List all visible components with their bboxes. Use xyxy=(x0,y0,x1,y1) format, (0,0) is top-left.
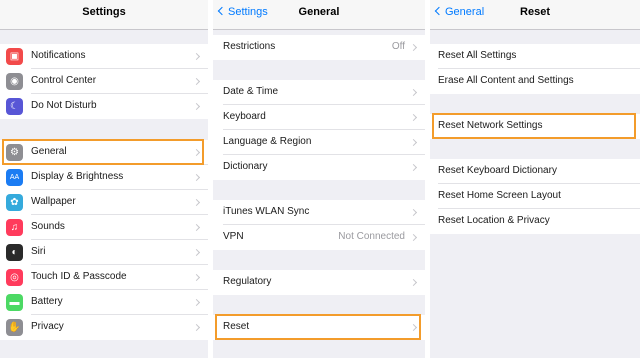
row-label: Reset Location & Privacy xyxy=(438,215,550,226)
row-keyboard[interactable]: Keyboard xyxy=(213,105,425,130)
row-date-and-time[interactable]: Date & Time xyxy=(213,80,425,105)
row-label: Touch ID & Passcode xyxy=(31,271,127,282)
row-reset-all-settings[interactable]: Reset All Settings xyxy=(430,44,640,69)
page-title: Settings xyxy=(82,6,126,18)
notifications-icon: ▣ xyxy=(6,48,23,65)
siri-icon: ◐ xyxy=(6,244,23,261)
row-label: Privacy xyxy=(31,321,64,332)
chevron-right-icon xyxy=(192,323,201,332)
row-label: Battery xyxy=(31,296,63,307)
chevron-right-icon xyxy=(409,208,418,217)
row-regulatory[interactable]: Regulatory xyxy=(213,270,425,295)
chevron-right-icon xyxy=(192,77,201,86)
row-display-and-brightness[interactable]: AA Display & Brightness xyxy=(0,165,208,190)
row-value: Not Connected xyxy=(338,231,405,242)
row-label: Display & Brightness xyxy=(31,171,124,182)
chevron-right-icon xyxy=(192,223,201,232)
row-label: Reset Home Screen Layout xyxy=(438,190,561,201)
row-vpn[interactable]: VPN Not Connected xyxy=(213,225,425,250)
chevron-right-icon xyxy=(192,248,201,257)
row-sounds[interactable]: ♫ Sounds xyxy=(0,215,208,240)
chevron-right-icon xyxy=(409,233,418,242)
row-label: Reset All Settings xyxy=(438,50,517,61)
row-label: Date & Time xyxy=(223,86,279,97)
row-label: Do Not Disturb xyxy=(31,100,97,111)
chevron-right-icon xyxy=(409,138,418,147)
row-label: iTunes WLAN Sync xyxy=(223,206,310,217)
chevron-right-icon xyxy=(409,43,418,52)
moon-icon: ☾ xyxy=(6,98,23,115)
row-restrictions[interactable]: Restrictions Off xyxy=(213,35,425,60)
row-label: Control Center xyxy=(31,75,97,86)
highlight-box xyxy=(2,139,204,165)
row-reset-home-screen-layout[interactable]: Reset Home Screen Layout xyxy=(430,184,640,209)
row-erase-all-content-and-settings[interactable]: Erase All Content and Settings xyxy=(430,69,640,94)
chevron-right-icon xyxy=(409,278,418,287)
general-screen: Settings General Restrictions Off Date & T… xyxy=(213,0,425,358)
row-touch-id-and-passcode[interactable]: ◎ Touch ID & Passcode xyxy=(0,265,208,290)
row-privacy[interactable]: ✋ Privacy xyxy=(0,315,208,340)
chevron-right-icon xyxy=(192,198,201,207)
row-itunes-wlan-sync[interactable]: iTunes WLAN Sync xyxy=(213,200,425,225)
nav-bar: Settings General xyxy=(213,0,425,30)
row-wallpaper[interactable]: ✿ Wallpaper xyxy=(0,190,208,215)
row-reset-keyboard-dictionary[interactable]: Reset Keyboard Dictionary xyxy=(430,159,640,184)
row-label: Siri xyxy=(31,246,46,257)
chevron-right-icon xyxy=(192,273,201,282)
reset-screen: General Reset Reset All Settings Erase Al… xyxy=(430,0,640,358)
row-notifications[interactable]: ▣ Notifications xyxy=(0,44,208,69)
nav-bar: Settings xyxy=(0,0,208,30)
highlight-box xyxy=(215,314,421,340)
wallpaper-icon: ✿ xyxy=(6,194,23,211)
row-siri[interactable]: ◐ Siri xyxy=(0,240,208,265)
row-label: Notifications xyxy=(31,50,86,61)
chevron-right-icon xyxy=(192,298,201,307)
chevron-right-icon xyxy=(409,88,418,97)
privacy-icon: ✋ xyxy=(6,319,23,336)
highlight-box xyxy=(432,113,636,139)
battery-icon: ▬ xyxy=(6,294,23,311)
row-reset-location-and-privacy[interactable]: Reset Location & Privacy xyxy=(430,209,640,234)
row-label: Reset Keyboard Dictionary xyxy=(438,165,557,176)
sounds-icon: ♫ xyxy=(6,219,23,236)
nav-bar: General Reset xyxy=(430,0,640,30)
row-label: Regulatory xyxy=(223,276,272,287)
row-label: Language & Region xyxy=(223,136,312,147)
row-battery[interactable]: ▬ Battery xyxy=(0,290,208,315)
chevron-right-icon xyxy=(409,113,418,122)
row-label: Dictionary xyxy=(223,161,268,172)
row-value: Off xyxy=(391,41,405,52)
row-label: Keyboard xyxy=(223,111,266,122)
fingerprint-icon: ◎ xyxy=(6,269,23,286)
page-title: General xyxy=(298,6,340,18)
row-label: Erase All Content and Settings xyxy=(438,75,574,86)
row-label: Restrictions xyxy=(223,41,276,52)
row-label: VPN xyxy=(223,231,244,242)
chevron-right-icon xyxy=(192,173,201,182)
display-icon: AA xyxy=(6,169,23,186)
row-label: Wallpaper xyxy=(31,196,76,207)
row-language-and-region[interactable]: Language & Region xyxy=(213,130,425,155)
row-do-not-disturb[interactable]: ☾ Do Not Disturb xyxy=(0,94,208,119)
row-label: Sounds xyxy=(31,221,65,232)
page-title: Reset xyxy=(520,6,550,18)
chevron-right-icon xyxy=(192,52,201,61)
row-control-center[interactable]: ◉ Control Center xyxy=(0,69,208,94)
chevron-right-icon xyxy=(409,163,418,172)
settings-screen: Settings ▣ Notifications ◉ Control Center ☾ D… xyxy=(0,0,208,358)
screenshot-collage: Settings ▣ Notifications ◉ Control Center ☾ D… xyxy=(0,0,640,358)
row-dictionary[interactable]: Dictionary xyxy=(213,155,425,180)
control-center-icon: ◉ xyxy=(6,73,23,90)
chevron-right-icon xyxy=(192,102,201,111)
